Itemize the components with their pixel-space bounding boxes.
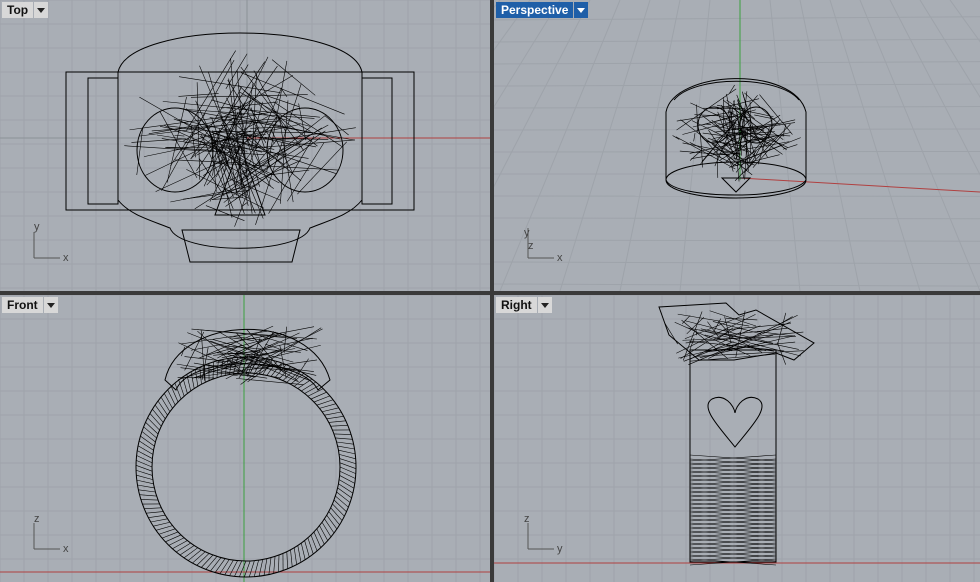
viewport-perspective[interactable]: Perspective y z x: [494, 0, 980, 291]
viewport-right[interactable]: Right z y: [494, 295, 980, 582]
axis-label-x: x: [63, 252, 69, 264]
viewport-tab-right[interactable]: Right: [496, 297, 552, 313]
viewport-canvas[interactable]: y z x: [494, 0, 980, 291]
viewport-top[interactable]: Top y x: [0, 0, 490, 291]
axis-label-x: x: [557, 252, 563, 264]
chevron-down-icon[interactable]: [44, 297, 58, 313]
viewport-tab-perspective[interactable]: Perspective: [496, 2, 588, 18]
chevron-down-icon[interactable]: [34, 2, 48, 18]
axis-label-y: y: [524, 227, 530, 239]
viewport-canvas[interactable]: z x: [0, 295, 490, 582]
axis-label-y: y: [34, 221, 40, 233]
ring-wireframe: [659, 303, 814, 562]
viewport-title[interactable]: Front: [2, 297, 43, 313]
axis-label-x: x: [63, 543, 69, 555]
axis-label-z: z: [34, 513, 40, 525]
viewport-front[interactable]: Front z x: [0, 295, 490, 582]
axis-label-y: y: [557, 543, 563, 555]
viewport-canvas[interactable]: y x: [0, 0, 490, 291]
chevron-down-icon[interactable]: [538, 297, 552, 313]
axis-label-z: z: [524, 513, 530, 525]
viewport-title[interactable]: Right: [496, 297, 537, 313]
axis-label-z: z: [528, 240, 534, 252]
viewport-canvas[interactable]: z y: [494, 295, 980, 582]
viewport-tab-front[interactable]: Front: [2, 297, 58, 313]
chevron-down-icon[interactable]: [574, 2, 588, 18]
viewport-title[interactable]: Perspective: [496, 2, 573, 18]
viewport-title[interactable]: Top: [2, 2, 33, 18]
skull-mesh: [673, 85, 801, 181]
viewport-tab-top[interactable]: Top: [2, 2, 48, 18]
